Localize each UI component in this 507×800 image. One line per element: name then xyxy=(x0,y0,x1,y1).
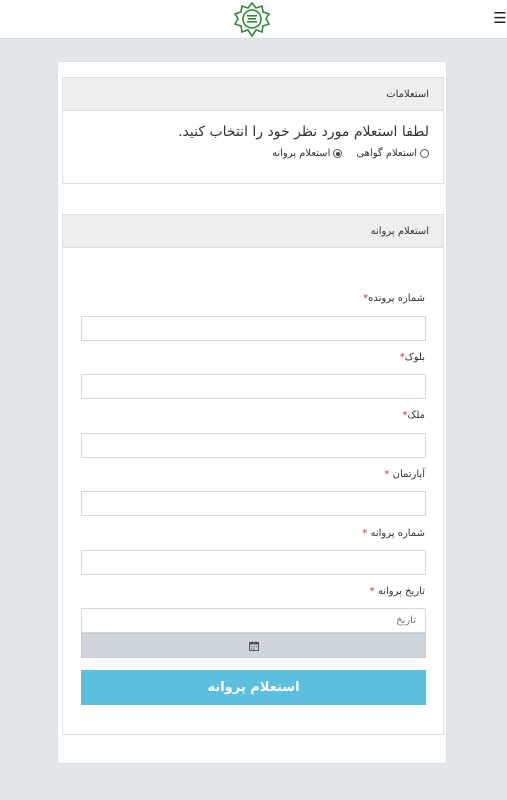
hamburger-menu-icon[interactable]: ☰ xyxy=(493,8,507,28)
property-label: ملک* xyxy=(402,410,425,421)
calendar-icon xyxy=(248,640,259,651)
radio-certificate[interactable] xyxy=(420,149,429,158)
radio-option-certificate[interactable]: استعلام گواهی xyxy=(356,148,429,159)
apartment-label: آپارتمان * xyxy=(384,469,425,480)
radio-permit-label: استعلام پروانه xyxy=(271,148,331,159)
block-input[interactable] xyxy=(81,374,426,399)
radio-certificate-label: استعلام گواهی xyxy=(356,148,417,159)
permit-inquiry-submit-button[interactable]: استعلام پروانه xyxy=(81,670,426,705)
permit-number-input[interactable] xyxy=(81,550,426,575)
apartment-input[interactable] xyxy=(81,491,426,516)
block-label: بلوک* xyxy=(399,352,425,363)
inquiry-type-radio-group: استعلام گواهی استعلام پروانه xyxy=(272,148,429,159)
permit-card-title: استعلام پروانه xyxy=(63,215,443,248)
radio-option-permit[interactable]: استعلام پروانه xyxy=(271,148,343,159)
permit-number-label: شماره پروانه * xyxy=(362,528,425,539)
property-input[interactable] xyxy=(81,433,426,458)
file-number-label: شماره پرونده* xyxy=(363,293,425,304)
calendar-picker-button[interactable] xyxy=(81,633,426,658)
inquiries-card: استعلامات لطفا استعلام مورد نظر خود را ا… xyxy=(62,77,444,184)
permit-date-input[interactable] xyxy=(81,608,426,633)
content-panel: استعلامات لطفا استعلام مورد نظر خود را ا… xyxy=(57,61,447,764)
radio-permit[interactable] xyxy=(333,149,343,158)
permit-inquiry-card: استعلام پروانه شماره پرونده* بلوک* ملک* … xyxy=(62,214,444,735)
inquiry-prompt: لطفا استعلام مورد نظر خود را انتخاب کنید… xyxy=(178,124,429,140)
municipality-emblem-icon[interactable] xyxy=(232,1,272,38)
inquiries-card-title: استعلامات xyxy=(63,78,443,111)
file-number-input[interactable] xyxy=(81,316,426,341)
permit-date-label: تاریخ پروانه * xyxy=(369,586,425,597)
top-navbar: ☰ xyxy=(0,0,507,39)
